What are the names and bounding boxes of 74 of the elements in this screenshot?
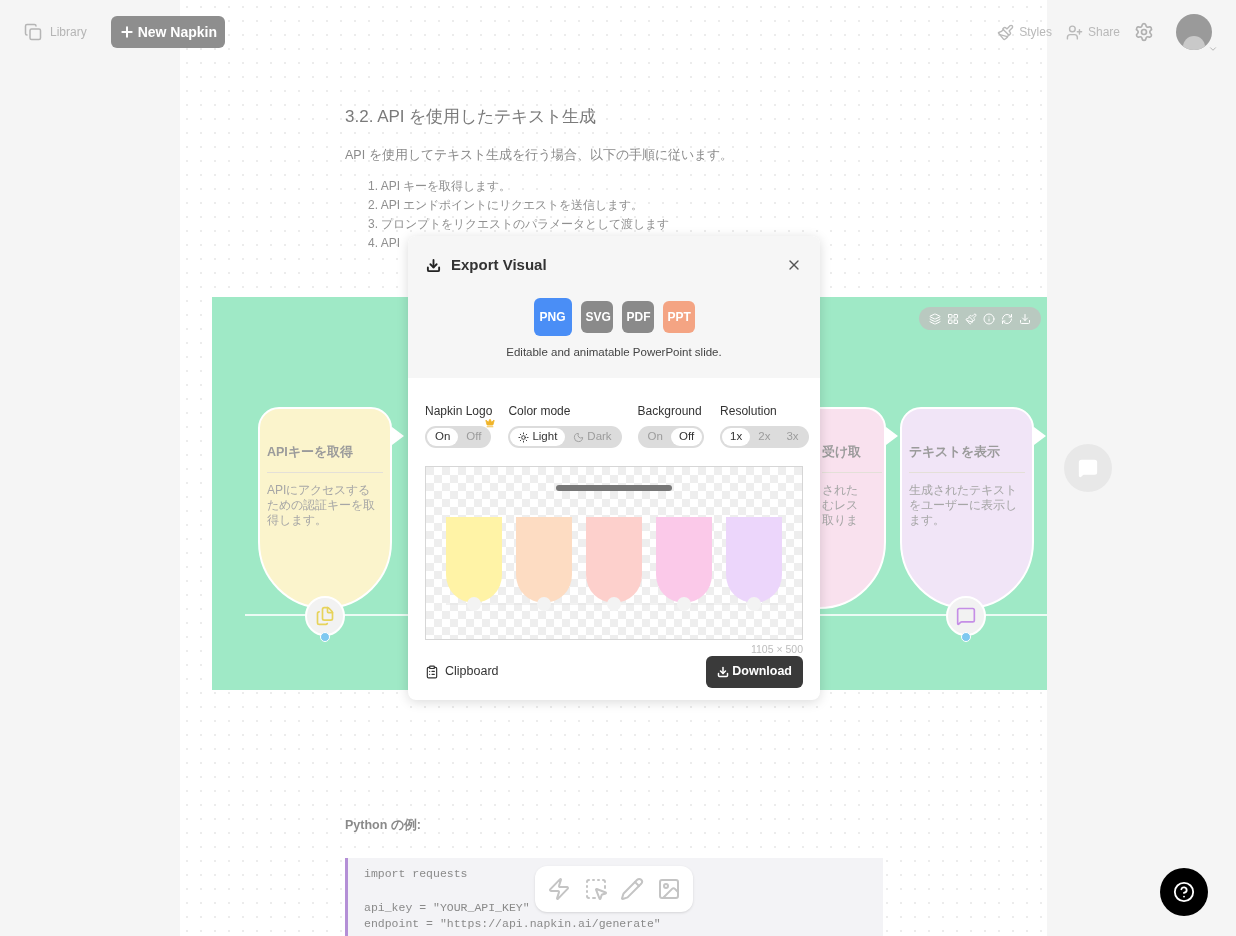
brush-icon[interactable]: [965, 312, 977, 325]
plus-icon: [118, 24, 135, 40]
code-line: import requests: [364, 866, 468, 882]
brush-icon: [997, 23, 1015, 41]
styles-button[interactable]: Styles: [997, 23, 1052, 41]
toggle-option[interactable]: On: [427, 428, 459, 446]
format-button[interactable]: PDF: [621, 300, 654, 333]
option-label: Resolution: [720, 404, 777, 418]
refresh-icon[interactable]: [1001, 312, 1013, 325]
new-napkin-button[interactable]: New Napkin: [110, 16, 226, 48]
handle-icon[interactable]: [320, 632, 330, 643]
moon-icon: [573, 431, 585, 443]
paragraph: API を使用してテキスト生成を行う場合、以下の手順に従います。: [345, 146, 734, 164]
clipboard-icon: [425, 664, 439, 679]
format-button[interactable]: PPT: [662, 300, 695, 333]
download-icon[interactable]: [1019, 312, 1031, 325]
list-item: 4. API: [368, 235, 402, 252]
card-text: ます。: [909, 513, 945, 528]
help-icon: [1173, 881, 1195, 903]
avatar[interactable]: [1176, 14, 1212, 50]
toggle-option[interactable]: Light: [510, 428, 566, 446]
card-text: 生成されたテキスト: [909, 483, 1017, 498]
info-icon[interactable]: [983, 312, 995, 325]
toggle-option[interactable]: 3x: [778, 428, 807, 446]
toggle-option[interactable]: 2x: [750, 428, 779, 446]
code-line: api_key = "YOUR_API_KEY": [364, 900, 530, 916]
sun-icon: [518, 431, 530, 443]
image-icon[interactable]: [656, 877, 681, 901]
card-text: をユーザーに表示し: [909, 498, 1017, 513]
settings-icon[interactable]: [1134, 22, 1154, 42]
toggle-option[interactable]: Off: [670, 428, 703, 446]
toggle-option[interactable]: On: [639, 428, 671, 446]
format-button[interactable]: SVG: [580, 300, 613, 333]
card-text: された: [822, 483, 858, 498]
toggle-option[interactable]: 1x: [722, 428, 751, 446]
dialog-title: Export Visual: [451, 255, 547, 275]
card-title: 受け取: [822, 444, 862, 462]
pencil-icon[interactable]: [620, 877, 645, 901]
image-size: 1105 × 500: [750, 642, 803, 657]
card-text: ための認証キーを取: [267, 498, 375, 513]
library-icon: [24, 23, 42, 41]
handle-icon[interactable]: [961, 632, 971, 643]
card-text: むレス: [822, 498, 858, 513]
list-item: 2. API エンドポイントにリクエストを送信します。: [368, 197, 645, 214]
lightning-icon[interactable]: [547, 877, 572, 901]
format-button[interactable]: PNG: [533, 297, 572, 336]
layers-icon[interactable]: [929, 312, 941, 325]
card-title: APIキーを取得: [267, 444, 354, 462]
list-item: 1. API キーを取得します。: [368, 178, 513, 195]
chevron-icon[interactable]: [1208, 44, 1218, 54]
list-item: 3. プロンプトをリクエストのパラメータとして渡します: [368, 216, 671, 233]
add-user-icon: [1065, 23, 1083, 41]
pointer-icon: [1034, 427, 1046, 446]
toggle-option[interactable]: Dark: [565, 428, 620, 446]
section-heading: 3.2. API を使用したテキスト生成: [345, 106, 598, 128]
code-line: endpoint = "https://api.napkin.ai/generate": [364, 916, 661, 932]
format-description: Editable and animatable PowerPoint slide.: [505, 344, 723, 360]
download-button[interactable]: Download: [706, 655, 803, 688]
card-title: テキストを表示: [909, 444, 1001, 462]
share-button[interactable]: Share: [1065, 23, 1120, 41]
card-text: 得します。: [267, 513, 327, 528]
toggle-option[interactable]: Off: [458, 428, 490, 446]
option-label: Background: [637, 404, 702, 418]
download-icon: [426, 257, 441, 273]
code-label: Python の例:: [345, 817, 422, 835]
card-text: APIにアクセスする: [267, 483, 371, 498]
help-button[interactable]: [1160, 868, 1208, 916]
download-icon: [717, 665, 730, 678]
grid-icon[interactable]: [947, 312, 959, 325]
clipboard-button[interactable]: Clipboard: [425, 662, 499, 682]
card-text: 取りま: [822, 513, 858, 528]
option-label: Color mode: [508, 404, 571, 418]
option-label: Napkin Logo: [425, 404, 493, 418]
library-button[interactable]: Library: [24, 23, 87, 41]
